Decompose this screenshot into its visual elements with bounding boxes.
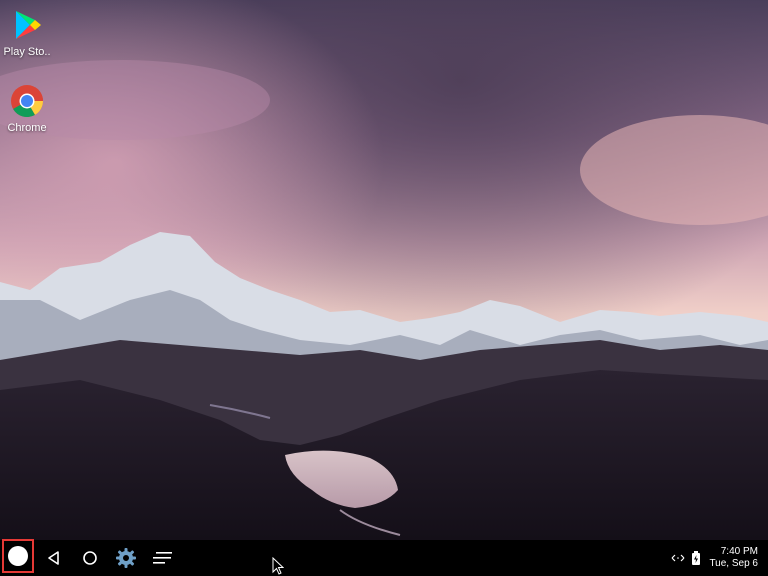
desktop-shortcut-chrome[interactable]: Chrome — [0, 84, 57, 134]
home-button[interactable] — [76, 544, 104, 572]
chrome-icon — [11, 85, 44, 118]
clock[interactable]: 7:40 PM Tue, Sep 6 — [709, 546, 758, 570]
mountain-lake-wallpaper — [0, 0, 768, 540]
battery-icon — [692, 551, 701, 565]
system-tray[interactable]: 7:40 PM Tue, Sep 6 — [671, 540, 758, 576]
back-icon — [48, 551, 59, 565]
settings-app-button[interactable] — [112, 544, 140, 572]
network-arrows-icon — [672, 554, 685, 562]
play-store-icon — [16, 11, 41, 39]
clock-date: Tue, Sep 6 — [709, 558, 758, 569]
launcher-icon — [8, 546, 28, 566]
desktop-shortcut-label: Chrome — [7, 122, 47, 134]
desktop-shortcut-label: Play Sto.. — [3, 46, 51, 58]
clock-time: 7:40 PM — [720, 546, 758, 557]
settings-gear-icon — [116, 548, 136, 568]
desktop-shortcut-play-store[interactable]: Play Sto.. — [0, 8, 57, 58]
overview-button[interactable] — [148, 544, 176, 572]
back-button[interactable] — [40, 544, 68, 572]
mouse-pointer-icon — [272, 557, 284, 575]
home-icon — [83, 551, 97, 565]
launcher-button[interactable] — [2, 539, 34, 573]
overview-menu-icon — [153, 552, 172, 564]
desktop-wallpaper — [0, 0, 768, 540]
